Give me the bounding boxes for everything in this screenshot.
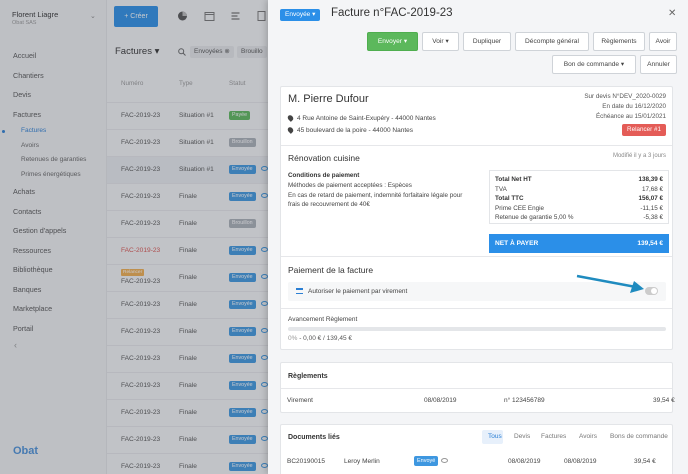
invoice-card: M. Pierre Dufour 4 Rue Antoine de Saint-… <box>280 86 673 350</box>
totals-label: Prime CEE Engie <box>495 204 544 212</box>
bon-de-commande-label: Bon de commande <box>563 61 620 68</box>
progress-pct: 0% <box>288 335 298 342</box>
net-a-payer: NET À PAYER 139,54 € <box>489 234 669 253</box>
totals-label: Total TTC <box>495 195 524 202</box>
reglements-button[interactable]: Règlements <box>593 32 645 51</box>
modal-backdrop[interactable] <box>0 0 268 474</box>
conditions-penalty: En cas de retard de paiement, indemnité … <box>288 192 463 208</box>
conditions-label: Conditions de paiement <box>288 172 360 179</box>
invoice-title: Facture n°FAC-2019-23 <box>331 7 453 19</box>
voir-button[interactable]: Voir ▾ <box>422 32 459 51</box>
totals-row: Retenue de garantie 5,00 % -5,38 € <box>490 213 668 223</box>
tab-tous[interactable]: Tous <box>488 433 502 440</box>
progress-bar <box>288 327 666 331</box>
client-address-2: 45 boulevard de la poire - 44000 Nantes <box>286 126 413 134</box>
document-amount: 39,54 € <box>634 458 656 465</box>
eye-icon[interactable] <box>441 458 448 463</box>
totals-row: Total TTC 156,07 € <box>490 194 668 204</box>
totals-row: Total Net HT 138,39 € <box>490 175 668 185</box>
due-date: Échéance au 15/01/2021 <box>595 113 666 120</box>
voir-label: Voir <box>432 38 444 45</box>
progress-label: Avancement Règlement <box>288 316 358 323</box>
client-name[interactable]: M. Pierre Dufour <box>288 93 369 105</box>
modified-text: Modifié il y a 3 jours <box>612 153 666 159</box>
close-icon[interactable]: ✕ <box>668 8 676 19</box>
tab-avoirs[interactable]: Avoirs <box>579 433 597 440</box>
divider <box>281 145 672 146</box>
totals-value: 138,39 € <box>638 176 663 183</box>
tab-bons-de-commande[interactable]: Bons de commande <box>610 433 668 440</box>
invoice-date: En date du 16/12/2020 <box>602 103 666 110</box>
totals-label: Total Net HT <box>495 176 532 183</box>
virement-label: Autoriser le paiement par virement <box>308 288 408 295</box>
totals-row: TVA 17,68 € <box>490 185 668 195</box>
annotation-arrow <box>576 274 644 293</box>
reglement-mode: Virement <box>287 397 313 404</box>
net-label: NET À PAYER <box>495 240 539 247</box>
totals-row: Prime CEE Engie -11,15 € <box>490 204 668 214</box>
totals-value: -5,38 € <box>643 214 663 221</box>
annuler-button[interactable]: Annuler <box>640 55 677 74</box>
conditions-methods: Méthodes de paiement acceptées : Espèces <box>288 182 412 189</box>
reglement-date: 08/08/2019 <box>424 397 457 404</box>
status-label: Envoyée <box>285 11 311 18</box>
progress-amount: - 0,00 € / 139,45 € <box>297 335 352 342</box>
document-date-1: 08/08/2019 <box>508 458 541 465</box>
envoyer-button[interactable]: Envoyer ▾ <box>367 32 418 51</box>
address-1-text: 4 Rue Antoine de Saint-Exupéry - 44000 N… <box>297 115 436 122</box>
document-status-badge: Envoyé <box>414 456 439 466</box>
map-pin-icon <box>286 126 295 134</box>
relancer-button[interactable]: Relancer #1 <box>622 124 666 136</box>
documents-card: Documents liés <box>280 424 673 474</box>
project-title: Rénovation cuisine <box>288 153 360 163</box>
tab-factures[interactable]: Factures <box>541 433 566 440</box>
totals-table: Total Net HT 138,39 € TVA 17,68 € Total TTC 1… <box>489 170 669 224</box>
reglement-amount: 39,54 € <box>653 397 675 404</box>
decompte-general-button[interactable]: Décompte général <box>515 32 589 51</box>
totals-value: 17,68 € <box>641 185 663 193</box>
document-date-2: 08/08/2019 <box>564 458 597 465</box>
client-address-1: 4 Rue Antoine de Saint-Exupéry - 44000 N… <box>286 114 436 122</box>
reglement-ref: n° 123456789 <box>504 397 545 404</box>
dupliquer-button[interactable]: Dupliquer <box>463 32 511 51</box>
document-number[interactable]: BC20190015 <box>287 458 325 465</box>
document-supplier: Leroy Merlin <box>344 458 380 465</box>
map-pin-icon <box>286 114 295 122</box>
totals-label: TVA <box>495 185 507 193</box>
totals-label: Retenue de garantie 5,00 % <box>495 214 574 221</box>
documents-title: Documents liés <box>288 434 340 441</box>
devis-reference[interactable]: Sur devis N°DEV_2020-0029 <box>584 93 666 100</box>
address-2-text: 45 boulevard de la poire - 44000 Nantes <box>297 127 413 134</box>
envoyer-label: Envoyer <box>377 38 403 45</box>
tab-devis[interactable]: Devis <box>514 433 530 440</box>
totals-value: -11,15 € <box>640 204 663 212</box>
invoice-detail-panel: Envoyée ▾ Facture n°FAC-2019-23 ✕ Envoye… <box>268 0 688 474</box>
bon-de-commande-button[interactable]: Bon de commande ▾ <box>552 55 636 74</box>
divider <box>281 256 672 257</box>
totals-value: 156,07 € <box>638 195 663 202</box>
divider <box>281 308 672 309</box>
bank-icon <box>296 288 303 294</box>
payment-title: Paiement de la facture <box>288 265 374 275</box>
reglements-title: Règlements <box>288 373 328 380</box>
reglements-card: Règlements <box>280 362 673 413</box>
status-dropdown[interactable]: Envoyée ▾ <box>280 9 321 21</box>
net-value: 139,54 € <box>637 240 663 247</box>
divider <box>281 388 672 389</box>
avoir-button[interactable]: Avoir <box>649 32 677 51</box>
progress-value: 0% - 0,00 € / 139,45 € <box>288 335 352 342</box>
